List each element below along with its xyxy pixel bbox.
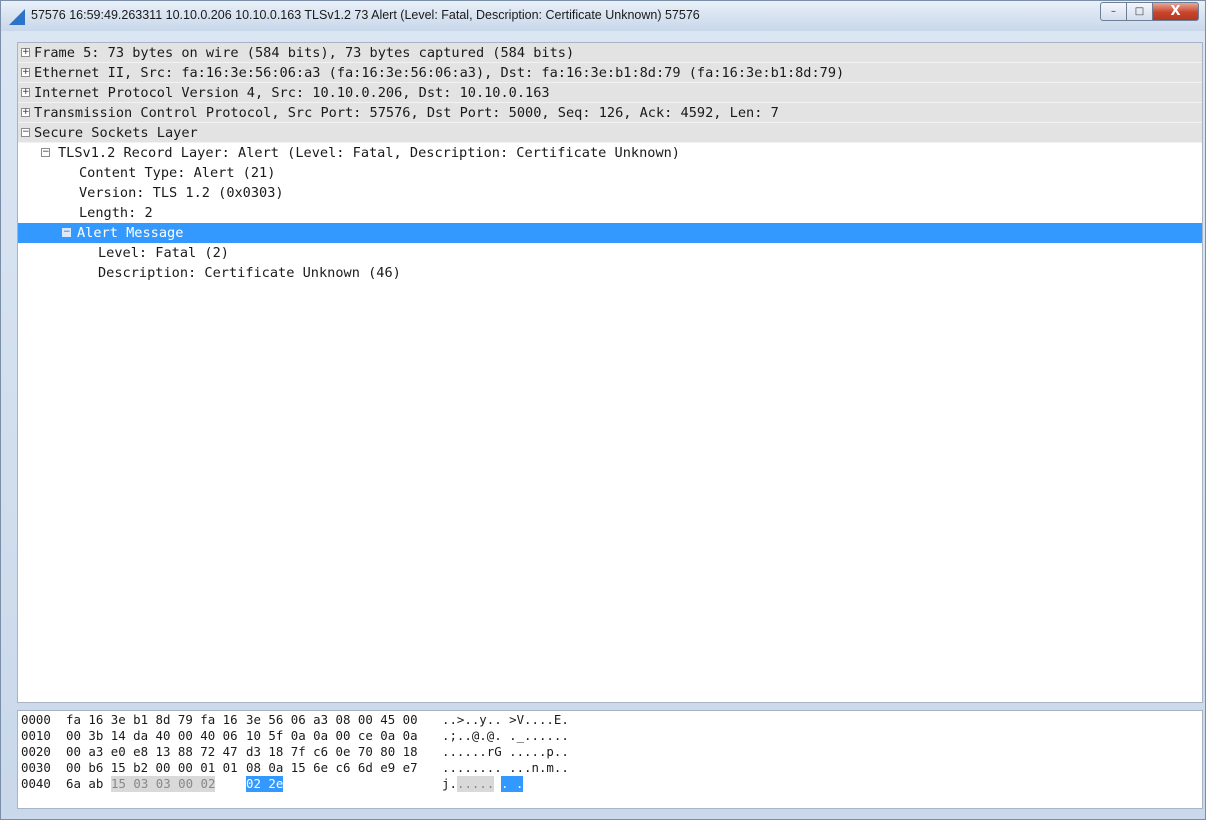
tree-row-version[interactable]: Version: TLS 1.2 (0x0303) (18, 183, 1202, 203)
hex-offset: 0000 (21, 712, 51, 727)
tree-row-label: Transmission Control Protocol, Src Port:… (34, 105, 779, 121)
tree-row-description[interactable]: Description: Certificate Unknown (46) (18, 263, 1202, 283)
hex-bytes-left[interactable]: fa 16 3e b1 8d 79 fa 16 (66, 712, 238, 728)
tree-row-label: Frame 5: 73 bytes on wire (584 bits), 73… (34, 45, 575, 61)
minimize-button[interactable]: – (1100, 2, 1127, 21)
ascii-bytes-plain[interactable]: j. (442, 776, 457, 792)
ascii-bytes[interactable]: .;..@.@. ._...... (442, 728, 569, 744)
close-button[interactable]: X (1153, 2, 1199, 21)
hex-offset: 0020 (21, 744, 51, 759)
tree-row-label: Version: TLS 1.2 (0x0303) (79, 185, 284, 201)
hex-row[interactable]: 0000 fa 16 3e b1 8d 79 fa 16 3e 56 06 a3… (18, 712, 1202, 728)
tree-row-ipv4[interactable]: + Internet Protocol Version 4, Src: 10.1… (18, 83, 1202, 103)
hex-bytes-right[interactable]: 10 5f 0a 0a 00 ce 0a 0a (246, 728, 418, 744)
hex-bytes-left[interactable]: 00 a3 e0 e8 13 88 72 47 (66, 744, 238, 760)
hex-bytes-right[interactable]: d3 18 7f c6 0e 70 80 18 (246, 744, 418, 760)
tree-row-ethernet[interactable]: + Ethernet II, Src: fa:16:3e:56:06:a3 (f… (18, 63, 1202, 83)
tree-row-label: Length: 2 (79, 205, 153, 221)
ascii-bytes[interactable]: ......rG .....p.. (442, 744, 569, 760)
hex-bytes-left[interactable]: 00 b6 15 b2 00 00 01 01 (66, 760, 238, 776)
hex-bytes-field-highlight[interactable]: 15 03 03 00 02 (111, 776, 216, 792)
expand-plus-icon[interactable]: + (21, 108, 30, 117)
hex-offset: 0040 (21, 776, 51, 791)
expand-plus-icon[interactable]: + (21, 48, 30, 57)
tree-row-label: Ethernet II, Src: fa:16:3e:56:06:a3 (fa:… (34, 65, 845, 81)
tree-row-ssl[interactable]: − Secure Sockets Layer (18, 123, 1202, 143)
tree-row-label: TLSv1.2 Record Layer: Alert (Level: Fata… (58, 145, 680, 161)
hex-bytes-selected[interactable]: 02 2e (246, 776, 284, 792)
tree-row-content-type[interactable]: Content Type: Alert (21) (18, 163, 1202, 183)
collapse-minus-icon[interactable]: − (62, 228, 71, 237)
tree-row-label: Content Type: Alert (21) (79, 165, 276, 181)
packet-bytes-pane[interactable]: 0000 fa 16 3e b1 8d 79 fa 16 3e 56 06 a3… (17, 710, 1203, 809)
hex-bytes-right[interactable]: 08 0a 15 6e c6 6d e9 e7 (246, 760, 418, 776)
window-title: 57576 16:59:49.263311 10.10.0.206 10.10.… (31, 8, 700, 22)
title-bar[interactable]: 57576 16:59:49.263311 10.10.0.206 10.10.… (1, 1, 1205, 31)
collapse-minus-icon[interactable]: − (21, 128, 30, 137)
ascii-bytes-selected[interactable]: . . (501, 776, 524, 792)
expand-plus-icon[interactable]: + (21, 68, 30, 77)
tree-row-label: Level: Fatal (2) (98, 245, 229, 261)
hex-bytes-left[interactable]: 00 3b 14 da 40 00 40 06 (66, 728, 238, 744)
tree-row-level[interactable]: Level: Fatal (2) (18, 243, 1202, 263)
packet-details-window: 57576 16:59:49.263311 10.10.0.206 10.10.… (0, 0, 1206, 820)
hex-bytes-plain[interactable]: 6a ab (66, 776, 103, 792)
hex-bytes-right[interactable]: 3e 56 06 a3 08 00 45 00 (246, 712, 418, 728)
tree-row-tls-record[interactable]: − TLSv1.2 Record Layer: Alert (Level: Fa… (18, 143, 1202, 163)
tree-row-label: Internet Protocol Version 4, Src: 10.10.… (34, 85, 550, 101)
wireshark-fin-icon (9, 9, 25, 25)
ascii-bytes-field-highlight[interactable]: ..... (457, 776, 495, 792)
tree-row-label: Description: Certificate Unknown (46) (98, 265, 401, 281)
hex-row[interactable]: 0010 00 3b 14 da 40 00 40 06 10 5f 0a 0a… (18, 728, 1202, 744)
maximize-button[interactable]: □ (1127, 2, 1153, 21)
hex-row[interactable]: 0040 6a ab 15 03 03 00 02 02 2e j. .....… (18, 776, 1202, 792)
tree-row-label: Secure Sockets Layer (34, 125, 198, 141)
ascii-bytes[interactable]: ........ ...n.m.. (442, 760, 569, 776)
packet-details-tree[interactable]: + Frame 5: 73 bytes on wire (584 bits), … (17, 42, 1203, 703)
hex-offset: 0030 (21, 760, 51, 775)
tree-row-length[interactable]: Length: 2 (18, 203, 1202, 223)
hex-row[interactable]: 0020 00 a3 e0 e8 13 88 72 47 d3 18 7f c6… (18, 744, 1202, 760)
tree-row-frame[interactable]: + Frame 5: 73 bytes on wire (584 bits), … (18, 43, 1202, 63)
hex-row[interactable]: 0030 00 b6 15 b2 00 00 01 01 08 0a 15 6e… (18, 760, 1202, 776)
ascii-bytes[interactable]: ..>..y.. >V....E. (442, 712, 569, 728)
tree-row-tcp[interactable]: + Transmission Control Protocol, Src Por… (18, 103, 1202, 123)
window-controls: – □ X (1100, 2, 1199, 22)
tree-row-label: Alert Message (77, 225, 184, 241)
expand-plus-icon[interactable]: + (21, 88, 30, 97)
hex-offset: 0010 (21, 728, 51, 743)
tree-row-alert-message[interactable]: − Alert Message (18, 223, 1202, 243)
collapse-minus-icon[interactable]: − (41, 148, 50, 157)
